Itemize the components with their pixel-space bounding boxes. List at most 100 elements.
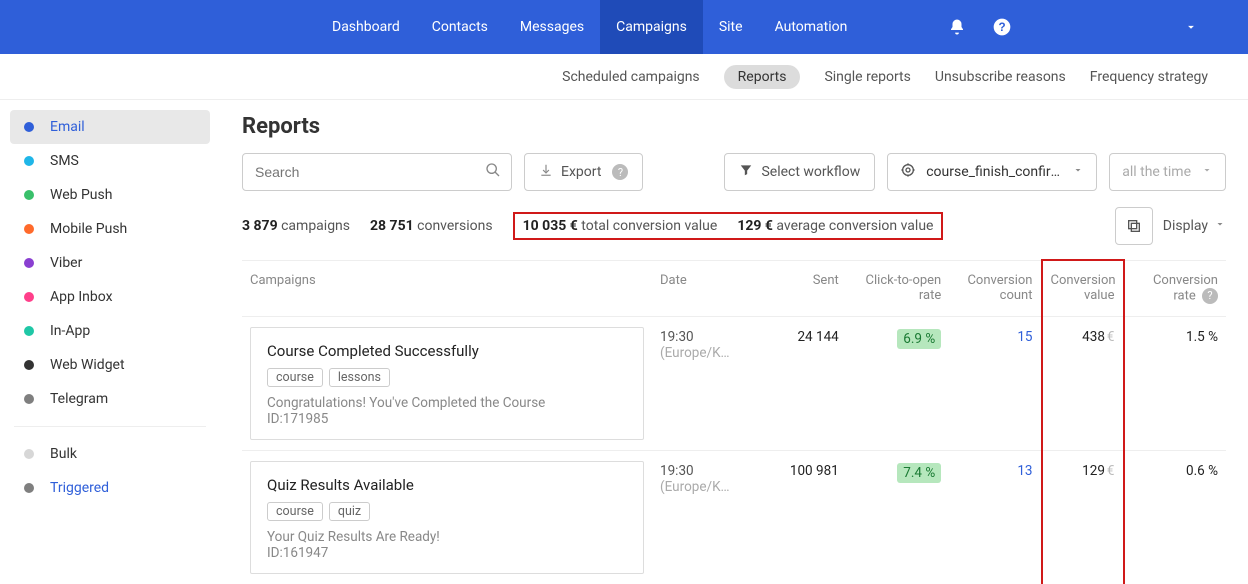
nav-contacts[interactable]: Contacts: [416, 0, 504, 54]
search-input[interactable]: [253, 154, 485, 190]
campaign-card[interactable]: Quiz Results Available course quiz Your …: [250, 461, 644, 574]
dot-icon: [24, 449, 34, 459]
search-icon[interactable]: [485, 162, 501, 182]
sidebar-item-viber[interactable]: Viber: [10, 246, 210, 280]
sidebar-item-webpush[interactable]: Web Push: [10, 178, 210, 212]
subtab-reports[interactable]: Reports: [724, 65, 801, 89]
main-content: Reports Export ? Sele: [220, 100, 1248, 584]
dot-icon: [24, 292, 34, 302]
campaign-card[interactable]: Course Completed Successfully course les…: [250, 327, 644, 440]
export-label: Export: [561, 164, 601, 180]
sidebar-item-label: In-App: [50, 323, 90, 339]
stat-total-value: 10 035 € total conversion value: [523, 218, 718, 234]
table-row[interactable]: Quiz Results Available course quiz Your …: [242, 450, 1226, 584]
tag[interactable]: quiz: [329, 502, 370, 521]
stat-avg-value-label: average conversion value: [776, 218, 933, 234]
stat-avg-value: 129 € average conversion value: [737, 218, 933, 234]
dot-icon: [24, 326, 34, 336]
subtab-scheduled[interactable]: Scheduled campaigns: [562, 69, 700, 85]
search-input-wrap: [242, 153, 512, 191]
sidebar-item-label: Telegram: [50, 391, 108, 407]
nav-automation[interactable]: Automation: [759, 0, 864, 54]
sidebar-item-bulk[interactable]: Bulk: [10, 437, 210, 471]
th-date[interactable]: Date: [652, 260, 755, 316]
sidebar-item-label: SMS: [50, 153, 79, 169]
help-icon[interactable]: ?: [992, 17, 1012, 37]
help-icon[interactable]: ?: [612, 164, 628, 180]
sidebar-item-telegram[interactable]: Telegram: [10, 382, 210, 416]
cell-conv-count[interactable]: 13: [1017, 463, 1032, 479]
cell-time: 19:30: [660, 329, 747, 345]
chevron-down-icon: [1201, 164, 1213, 180]
sidebar-item-webwidget[interactable]: Web Widget: [10, 348, 210, 382]
target-icon: [900, 162, 916, 182]
subtab-unsub[interactable]: Unsubscribe reasons: [935, 69, 1066, 85]
th-conv-rate[interactable]: Conversion rate ?: [1124, 260, 1227, 316]
tag[interactable]: course: [267, 502, 323, 521]
nav-dashboard[interactable]: Dashboard: [316, 0, 416, 54]
campaign-id: ID:161947: [267, 545, 627, 561]
page-title: Reports: [242, 114, 1226, 139]
sidebar-item-appinbox[interactable]: App Inbox: [10, 280, 210, 314]
sidebar-divider: [14, 426, 206, 427]
dot-icon: [24, 122, 34, 132]
th-conv-count[interactable]: Conversion count: [949, 260, 1041, 316]
cell-tz: (Europe/K…: [660, 345, 747, 361]
nav-campaigns[interactable]: Campaigns: [600, 0, 703, 54]
dot-icon: [24, 394, 34, 404]
funnel-icon: [739, 163, 753, 181]
campaign-subtitle: Your Quiz Results Are Ready!: [267, 529, 627, 545]
stat-campaigns-label: campaigns: [281, 218, 350, 234]
conversion-value-highlight: 10 035 € total conversion value 129 € av…: [513, 212, 944, 240]
period-label: all the time: [1122, 164, 1191, 180]
th-campaigns[interactable]: Campaigns: [242, 260, 652, 316]
sidebar-item-triggered[interactable]: Triggered: [10, 471, 210, 505]
download-icon: [539, 163, 553, 181]
topnav-right: ?: [948, 17, 1228, 37]
subtab-single[interactable]: Single reports: [824, 69, 910, 85]
help-icon[interactable]: ?: [1202, 288, 1218, 304]
sidebar-item-label: Web Push: [50, 187, 112, 203]
sidebar-item-sms[interactable]: SMS: [10, 144, 210, 178]
th-cto[interactable]: Click-to-open rate: [847, 260, 950, 316]
sidebar: Email SMS Web Push Mobile Push Viber App…: [0, 100, 220, 584]
workflow-selected-label: course_finish_confirm…: [926, 164, 1062, 180]
cell-cto: 7.4 %: [897, 463, 941, 483]
sidebar-item-email[interactable]: Email: [10, 110, 210, 144]
cell-conv-count[interactable]: 15: [1017, 329, 1032, 345]
bell-icon[interactable]: [948, 18, 966, 36]
stat-total-value-n: 10 035 €: [523, 218, 578, 234]
nav-messages[interactable]: Messages: [504, 0, 600, 54]
account-chevron-icon[interactable]: [1184, 20, 1198, 34]
dot-icon: [24, 224, 34, 234]
sidebar-item-label: App Inbox: [50, 289, 113, 305]
period-select[interactable]: all the time: [1109, 153, 1226, 191]
th-sent[interactable]: Sent: [755, 260, 847, 316]
export-button[interactable]: Export ?: [524, 153, 643, 191]
subtabs: Scheduled campaigns Reports Single repor…: [0, 54, 1248, 100]
copy-button[interactable]: [1115, 207, 1153, 245]
sidebar-item-label: Email: [50, 119, 85, 135]
sidebar-item-inapp[interactable]: In-App: [10, 314, 210, 348]
workflow-select[interactable]: course_finish_confirm…: [887, 153, 1097, 191]
nav-site[interactable]: Site: [703, 0, 759, 54]
stat-avg-value-n: 129 €: [737, 218, 773, 234]
chevron-down-icon: [1072, 164, 1084, 180]
cell-conv-value: 129: [1082, 463, 1105, 479]
sidebar-item-label: Mobile Push: [50, 221, 127, 237]
cell-tz: (Europe/K…: [660, 479, 747, 495]
select-workflow-button[interactable]: Select workflow: [724, 153, 875, 191]
display-toggle[interactable]: Display: [1163, 218, 1226, 234]
sidebar-item-mobilepush[interactable]: Mobile Push: [10, 212, 210, 246]
topnav: Dashboard Contacts Messages Campaigns Si…: [0, 0, 1248, 54]
campaign-title: Course Completed Successfully: [267, 342, 627, 360]
cell-conv-rate: 0.6 %: [1186, 463, 1218, 479]
display-label: Display: [1163, 218, 1208, 234]
subtab-freq[interactable]: Frequency strategy: [1090, 69, 1208, 85]
campaign-tags: course quiz: [267, 502, 627, 521]
table-row[interactable]: Course Completed Successfully course les…: [242, 316, 1226, 450]
th-conv-value[interactable]: Conversion value: [1042, 260, 1124, 316]
tag[interactable]: lessons: [329, 368, 390, 387]
stat-campaigns-value: 3 879: [242, 218, 278, 234]
tag[interactable]: course: [267, 368, 323, 387]
